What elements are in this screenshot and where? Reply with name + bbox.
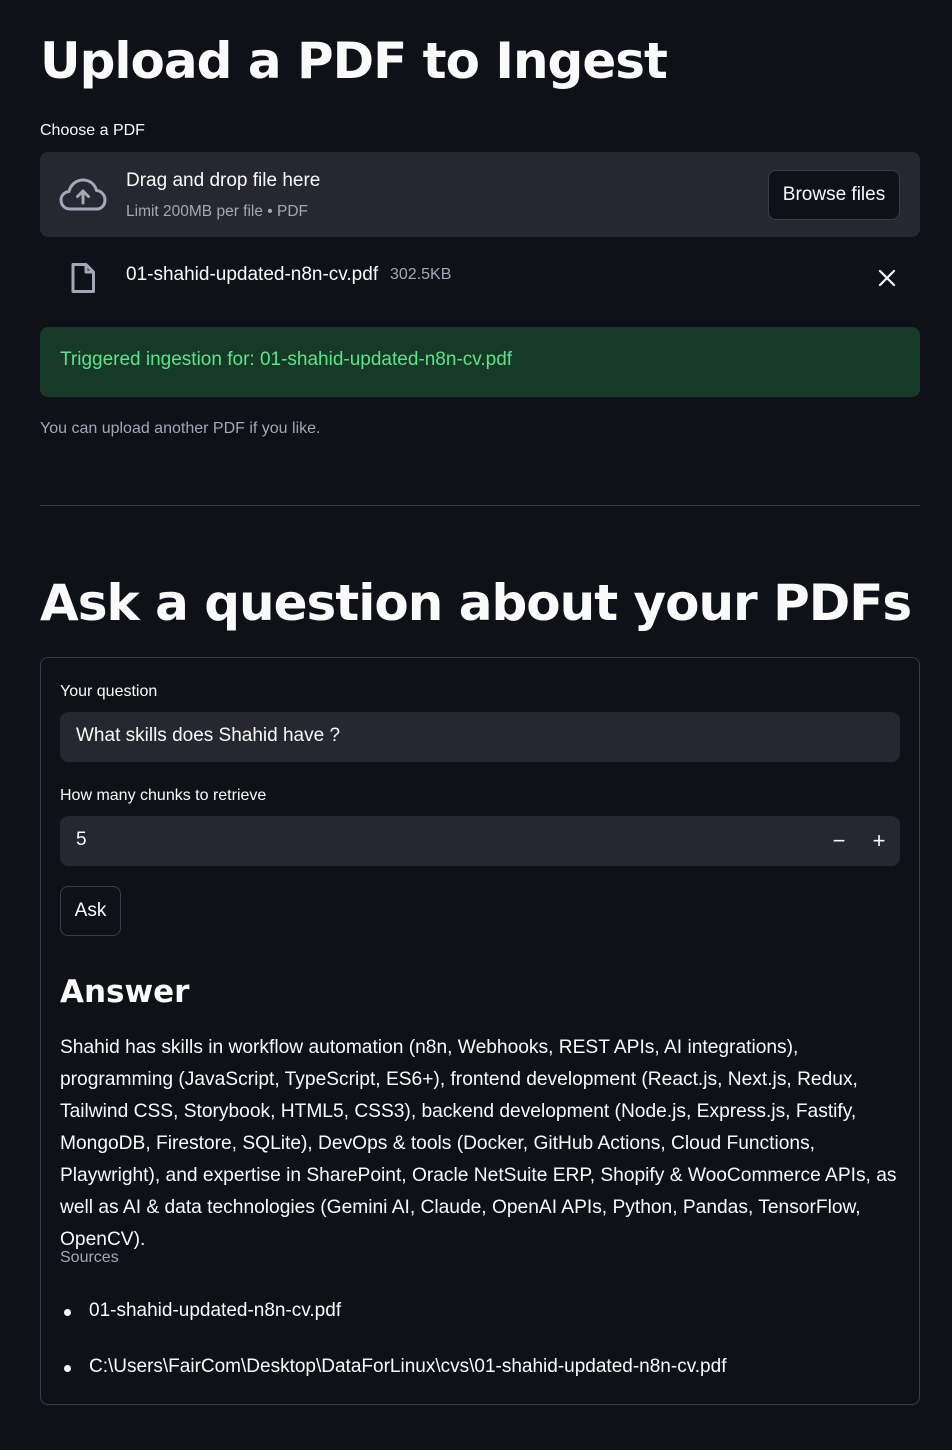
decrement-button[interactable]: −: [824, 826, 854, 856]
answer-text: Shahid has skills in workflow automation…: [60, 1037, 897, 1250]
success-alert: Triggered ingestion for: 01-shahid-updat…: [40, 327, 920, 397]
bullet-icon: [64, 1309, 71, 1316]
close-icon[interactable]: [876, 267, 898, 289]
upload-caption: You can upload another PDF if you like.: [40, 420, 321, 437]
upload-title: Upload a PDF to Ingest: [40, 32, 668, 90]
ask-title: Ask a question about your PDFs: [40, 574, 912, 632]
chunks-label: How many chunks to retrieve: [60, 787, 267, 804]
source-text: C:\Users\FairCom\Desktop\DataForLinux\cv…: [89, 1356, 727, 1377]
browse-files-button[interactable]: Browse files: [768, 170, 900, 220]
cloud-upload-icon: [59, 178, 107, 211]
bullet-icon: [64, 1365, 71, 1372]
uploaded-file-row: 01-shahid-updated-n8n-cv.pdf 302.5KB: [40, 252, 920, 302]
app-page: Upload a PDF to Ingest Choose a PDF Drag…: [0, 0, 952, 1450]
dropzone-instructions: Drag and drop file here: [126, 170, 321, 191]
question-form: Your question What skills does Shahid ha…: [40, 657, 920, 1405]
question-input[interactable]: What skills does Shahid have ?: [60, 712, 900, 762]
uploaded-file-size: 302.5KB: [390, 266, 452, 283]
success-message: Triggered ingestion for: 01-shahid-updat…: [60, 349, 513, 370]
chunks-input-value: 5: [76, 829, 87, 850]
file-uploader-label: Choose a PDF: [40, 122, 145, 139]
section-divider: [40, 505, 920, 506]
answer-heading: Answer: [60, 974, 190, 1010]
source-text: 01-shahid-updated-n8n-cv.pdf: [89, 1300, 342, 1321]
ask-button[interactable]: Ask: [60, 886, 121, 936]
question-label: Your question: [60, 683, 158, 700]
increment-button[interactable]: +: [864, 826, 894, 856]
dropzone-limits: Limit 200MB per file • PDF: [126, 203, 309, 220]
chunks-number-input[interactable]: 5 − +: [60, 816, 900, 866]
file-dropzone[interactable]: Drag and drop file here Limit 200MB per …: [40, 152, 920, 237]
file-icon: [71, 263, 95, 293]
question-input-value: What skills does Shahid have ?: [76, 725, 341, 746]
sources-label: Sources: [60, 1249, 119, 1266]
uploaded-file-name: 01-shahid-updated-n8n-cv.pdf: [126, 264, 379, 285]
